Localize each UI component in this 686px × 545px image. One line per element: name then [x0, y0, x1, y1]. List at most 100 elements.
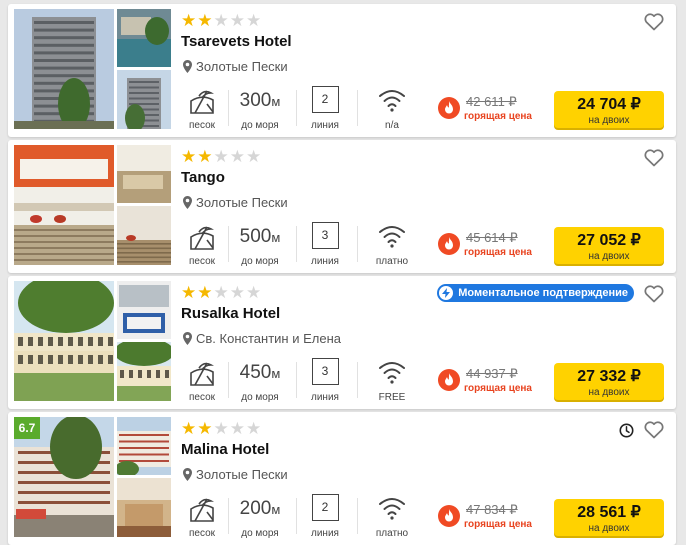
- distance-amenity: 200м до моря: [230, 494, 290, 540]
- star-icon: ★: [229, 11, 245, 30]
- star-icon: ★: [246, 283, 262, 302]
- star-icon: ★: [229, 147, 245, 166]
- hotel-location[interactable]: Св. Константин и Елена: [183, 331, 341, 346]
- clock-icon: [619, 423, 634, 438]
- divider: [296, 498, 297, 534]
- price-button[interactable]: 27 332 ₽ на двоих: [554, 363, 664, 400]
- star-icon: ★: [246, 147, 262, 166]
- hotel-photo-main[interactable]: [14, 145, 114, 265]
- hotel-photo-thumb-bottom[interactable]: [117, 478, 171, 537]
- star-rating: ★ ★ ★ ★ ★: [181, 12, 261, 29]
- hotel-photo-main[interactable]: [14, 281, 114, 401]
- line-number-box: 2: [311, 86, 339, 113]
- heart-icon[interactable]: [644, 285, 664, 303]
- star-icon: ★: [197, 419, 213, 438]
- heart-icon[interactable]: [644, 421, 664, 439]
- line-label: линия: [311, 392, 339, 403]
- hotel-name[interactable]: Rusalka Hotel: [181, 305, 280, 322]
- heart-icon[interactable]: [644, 13, 664, 31]
- wifi-amenity: n/a: [366, 86, 418, 132]
- instant-confirmation-label: Моментальное подтверждение: [458, 287, 628, 299]
- line-number-box: 2: [311, 494, 339, 521]
- star-rating: ★ ★ ★ ★ ★: [181, 148, 261, 165]
- star-icon: ★: [213, 283, 229, 302]
- beach-label: песок: [188, 392, 216, 403]
- star-icon: ★: [197, 11, 213, 30]
- fire-icon: [438, 97, 460, 119]
- hot-price-label: горящая цена: [464, 111, 532, 122]
- hotel-photo-thumb-top[interactable]: [117, 281, 171, 339]
- hotel-card[interactable]: ★ ★ ★ ★ ★ Rusalka Hotel Св. Константин и Еле…: [8, 276, 676, 409]
- hot-price-label: горящая цена: [464, 519, 532, 530]
- hotel-name[interactable]: Malina Hotel: [181, 441, 269, 458]
- price-button[interactable]: 28 561 ₽ на двоих: [554, 499, 664, 536]
- distance-amenity: 300м до моря: [230, 86, 290, 132]
- hotel-photo-main[interactable]: [14, 9, 114, 129]
- price-button[interactable]: 24 704 ₽ на двоих: [554, 91, 664, 128]
- divider: [228, 226, 229, 262]
- star-icon: ★: [229, 283, 245, 302]
- star-icon: ★: [229, 419, 245, 438]
- wifi-label: платно: [375, 528, 409, 539]
- hotel-location[interactable]: Золотые Пески: [183, 467, 288, 482]
- wifi-label: n/a: [385, 120, 399, 131]
- location-pin-icon: [183, 196, 192, 209]
- hotel-photo-thumb-top[interactable]: [117, 9, 171, 67]
- hotel-card[interactable]: ★ ★ ★ ★ ★ Malina Hotel Золотые Пески песок 2…: [8, 412, 676, 545]
- fire-icon: [438, 369, 460, 391]
- beach-icon: [190, 362, 215, 386]
- distance-unit: м: [271, 502, 281, 517]
- hotel-location[interactable]: Золотые Пески: [183, 195, 288, 210]
- price-value: 27 052 ₽: [577, 232, 641, 249]
- hotel-card[interactable]: ★ ★ ★ ★ ★ Tsarevets Hotel Золотые Пески песо…: [8, 4, 676, 137]
- hotel-photo-thumb-bottom[interactable]: [117, 342, 171, 401]
- hotel-photo-thumb-bottom[interactable]: [117, 206, 171, 265]
- star-icon: ★: [213, 147, 229, 166]
- distance-amenity: 450м до моря: [230, 358, 290, 404]
- divider: [296, 362, 297, 398]
- wifi-label: FREE: [378, 392, 406, 403]
- beach-icon: [190, 226, 215, 250]
- price-button[interactable]: 27 052 ₽ на двоих: [554, 227, 664, 264]
- hotel-location[interactable]: Золотые Пески: [183, 59, 288, 74]
- distance-value: 200: [239, 498, 272, 519]
- divider: [228, 90, 229, 126]
- wifi-icon: [379, 226, 405, 248]
- hot-price-label: горящая цена: [464, 247, 532, 258]
- distance-label: до моря: [241, 528, 279, 539]
- beach-amenity: песок: [181, 358, 223, 404]
- heart-icon[interactable]: [644, 149, 664, 167]
- beach-icon: [190, 498, 215, 522]
- divider: [357, 362, 358, 398]
- divider: [296, 226, 297, 262]
- hotel-photo-thumb-top[interactable]: [117, 145, 171, 203]
- divider: [357, 498, 358, 534]
- hotel-photo-thumb-top[interactable]: [117, 417, 171, 475]
- hotel-photo-thumb-bottom[interactable]: [117, 70, 171, 129]
- lightning-icon: [439, 286, 454, 300]
- star-rating: ★ ★ ★ ★ ★: [181, 284, 261, 301]
- line-amenity: 2 линия: [305, 494, 345, 540]
- beach-amenity: песок: [181, 86, 223, 132]
- hotel-location-label: Св. Константин и Елена: [196, 331, 341, 346]
- price-value: 28 561 ₽: [577, 504, 641, 521]
- price-value: 24 704 ₽: [577, 96, 641, 113]
- old-price: 44 937 ₽: [466, 366, 518, 381]
- wifi-label: платно: [375, 256, 409, 267]
- hotel-location-label: Золотые Пески: [196, 467, 288, 482]
- hotel-name[interactable]: Tsarevets Hotel: [181, 33, 292, 50]
- price-subtitle: на двоих: [588, 387, 630, 398]
- beach-amenity: песок: [181, 222, 223, 268]
- beach-label: песок: [188, 256, 216, 267]
- hotel-name[interactable]: Tango: [181, 169, 225, 186]
- hotel-location-label: Золотые Пески: [196, 59, 288, 74]
- star-icon: ★: [213, 419, 229, 438]
- price-value: 27 332 ₽: [577, 368, 641, 385]
- wifi-icon: [379, 498, 405, 520]
- star-icon: ★: [181, 283, 197, 302]
- hotel-card[interactable]: ★ ★ ★ ★ ★ Tango Золотые Пески песок 500м до …: [8, 140, 676, 273]
- old-price: 42 611 ₽: [466, 94, 517, 109]
- location-pin-icon: [183, 468, 192, 481]
- star-icon: ★: [197, 283, 213, 302]
- star-icon: ★: [181, 419, 197, 438]
